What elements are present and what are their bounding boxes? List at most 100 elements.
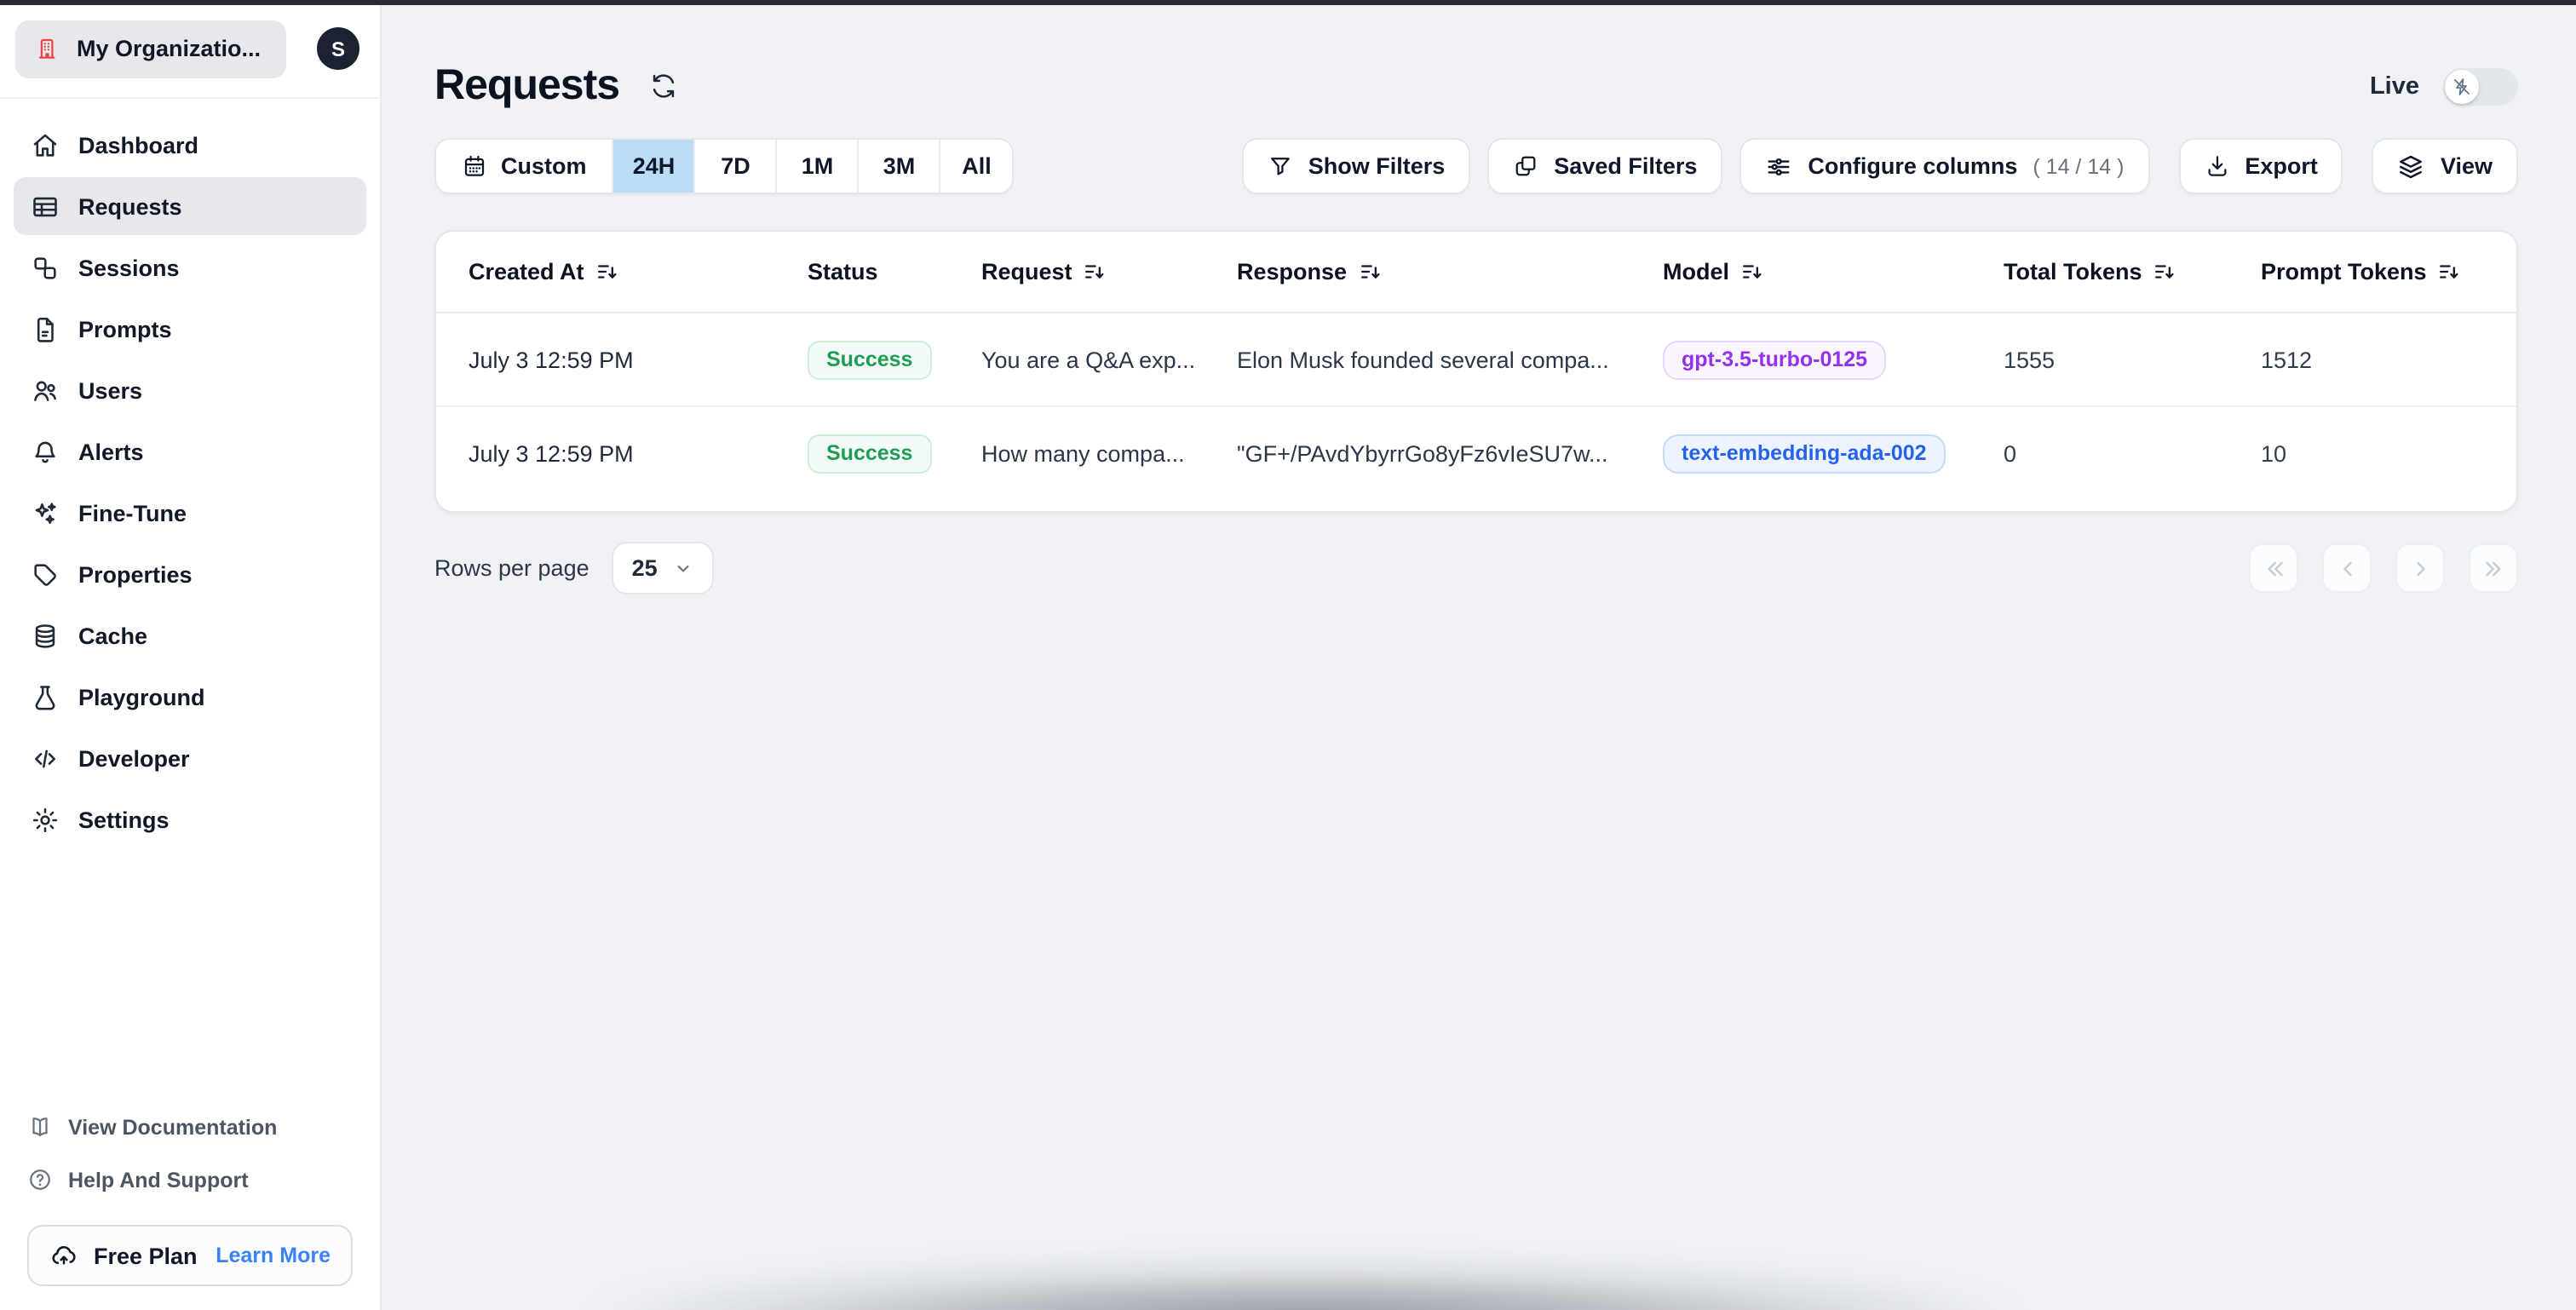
sidebar-item-settings[interactable]: Settings [14, 790, 366, 848]
refresh-button[interactable] [648, 72, 677, 101]
show-filters-button[interactable]: Show Filters [1241, 138, 1471, 194]
response-cell: Elon Musk founded several compa... [1237, 347, 1609, 372]
prompt-tokens-cell: 10 [2261, 440, 2287, 466]
page-title: Requests [434, 61, 620, 109]
time-range-7d[interactable]: 7D [693, 140, 776, 192]
column-header-created-at[interactable]: Created At [469, 259, 808, 284]
plan-label: Free Plan [94, 1243, 198, 1268]
configure-columns-button[interactable]: Configure columns ( 14 / 14 ) [1739, 138, 2150, 194]
status-cell: Success [808, 340, 981, 379]
database-icon [31, 621, 60, 650]
layers-icon [2398, 152, 2425, 180]
configure-columns-count: ( 14 / 14 ) [2033, 154, 2125, 178]
table-row[interactable]: July 3 12:59 PM Success How many compa..… [436, 407, 2516, 499]
first-page-button[interactable] [2249, 543, 2298, 593]
help-and-support-link[interactable]: Help And Support [27, 1153, 353, 1206]
chevrons-right-icon [2481, 556, 2505, 580]
chevron-down-icon [673, 558, 693, 578]
sidebar-item-developer[interactable]: Developer [14, 729, 366, 787]
status-badge: Success [808, 434, 932, 473]
sidebar-item-prompts[interactable]: Prompts [14, 300, 366, 358]
bell-icon [31, 437, 60, 466]
chevron-right-icon [2408, 556, 2432, 580]
live-toggle-knob [2445, 69, 2479, 103]
total-tokens-cell: 0 [2004, 440, 2017, 466]
previous-page-button[interactable] [2322, 543, 2372, 593]
sidebar-item-dashboard[interactable]: Dashboard [14, 116, 366, 174]
status-badge: Success [808, 340, 932, 379]
saved-filters-button[interactable]: Saved Filters [1487, 138, 1723, 194]
time-range-1m[interactable]: 1M [775, 140, 858, 192]
plan-card: Free Plan Learn More [27, 1225, 353, 1286]
sidebar-footer: View Documentation Help And Support Free… [0, 1100, 380, 1310]
learn-more-link[interactable]: Learn More [216, 1244, 331, 1267]
sort-icon [2154, 261, 2176, 283]
sort-icon [1084, 261, 1107, 283]
code-icon [31, 744, 60, 773]
gear-icon [31, 805, 60, 834]
view-button[interactable]: View [2372, 138, 2518, 194]
column-header-request[interactable]: Request [981, 259, 1237, 284]
sidebar-item-playground[interactable]: Playground [14, 668, 366, 726]
pager-buttons [2249, 543, 2518, 593]
user-avatar[interactable]: S [317, 27, 359, 70]
book-open-icon [27, 1114, 53, 1140]
prompt-tokens-cell: 1512 [2261, 347, 2313, 372]
request-cell: How many compa... [981, 440, 1185, 466]
sidebar-item-sessions[interactable]: Sessions [14, 238, 366, 296]
sidebar-item-alerts[interactable]: Alerts [14, 422, 366, 480]
chevron-left-icon [2335, 556, 2359, 580]
table-body: July 3 12:59 PM Success You are a Q&A ex… [436, 313, 2516, 499]
rows-per-page-select[interactable]: 25 [611, 542, 714, 595]
sidebar-item-users[interactable]: Users [14, 361, 366, 419]
funnel-icon [1268, 153, 1293, 179]
table-row[interactable]: July 3 12:59 PM Success You are a Q&A ex… [436, 313, 2516, 407]
column-header-model[interactable]: Model [1663, 259, 2004, 284]
sparkles-icon [31, 498, 60, 527]
column-header-prompt-tokens[interactable]: Prompt Tokens [2261, 259, 2516, 284]
bolt-slash-icon [2452, 76, 2472, 96]
time-range-24h[interactable]: 24H [612, 140, 694, 192]
created-at-cell: July 3 12:59 PM [469, 440, 634, 466]
org-header: My Organizatio... S [0, 0, 380, 99]
org-name: My Organizatio... [77, 36, 262, 61]
building-icon [36, 36, 61, 61]
created-at-cell: July 3 12:59 PM [469, 347, 634, 372]
column-header-response[interactable]: Response [1237, 259, 1663, 284]
sidebar-item-properties[interactable]: Properties [14, 545, 366, 603]
page-header: Requests Live [434, 60, 2518, 112]
column-header-status[interactable]: Status [808, 259, 981, 284]
sort-icon [596, 261, 618, 283]
next-page-button[interactable] [2395, 543, 2445, 593]
status-cell: Success [808, 434, 981, 473]
model-badge: gpt-3.5-turbo-0125 [1663, 340, 1887, 379]
rows-per-page-label: Rows per page [434, 555, 589, 581]
time-range-3m[interactable]: 3M [857, 140, 940, 192]
response-cell: "GF+/PAvdYbyrrGo8yFz6vIeSU7w... [1237, 440, 1608, 466]
last-page-button[interactable] [2469, 543, 2518, 593]
toolbar: Custom 24H 7D 1M 3M All Show Filters Sav… [434, 138, 2518, 194]
copy-icon [1513, 153, 1538, 179]
sidebar-item-requests[interactable]: Requests [14, 177, 366, 235]
view-documentation-link[interactable]: View Documentation [27, 1100, 353, 1153]
org-switcher-button[interactable]: My Organizatio... [15, 20, 286, 78]
table-header-row: Created At Status Request Response Model [436, 232, 2516, 313]
calendar-icon [462, 153, 487, 179]
time-range-custom[interactable]: Custom [436, 140, 612, 192]
export-button[interactable]: Export [2178, 138, 2343, 194]
total-tokens-cell: 1555 [2004, 347, 2056, 372]
window-top-edge [0, 0, 2576, 4]
beaker-icon [31, 682, 60, 711]
sessions-icon [31, 253, 60, 282]
toolbar-actions: Show Filters Saved Filters Configure col… [1241, 138, 2518, 194]
sidebar-item-fine-tune[interactable]: Fine-Tune [14, 484, 366, 542]
pagination-bar: Rows per page 25 [434, 542, 2518, 595]
app-window: My Organizatio... S Dashboard Requests S… [0, 0, 2576, 1310]
time-range-all[interactable]: All [939, 140, 1013, 192]
live-toggle[interactable] [2443, 67, 2518, 105]
sidebar-item-cache[interactable]: Cache [14, 606, 366, 664]
sort-icon [1741, 261, 1763, 283]
download-icon [2204, 153, 2229, 179]
users-icon [31, 376, 60, 405]
column-header-total-tokens[interactable]: Total Tokens [2004, 259, 2261, 284]
